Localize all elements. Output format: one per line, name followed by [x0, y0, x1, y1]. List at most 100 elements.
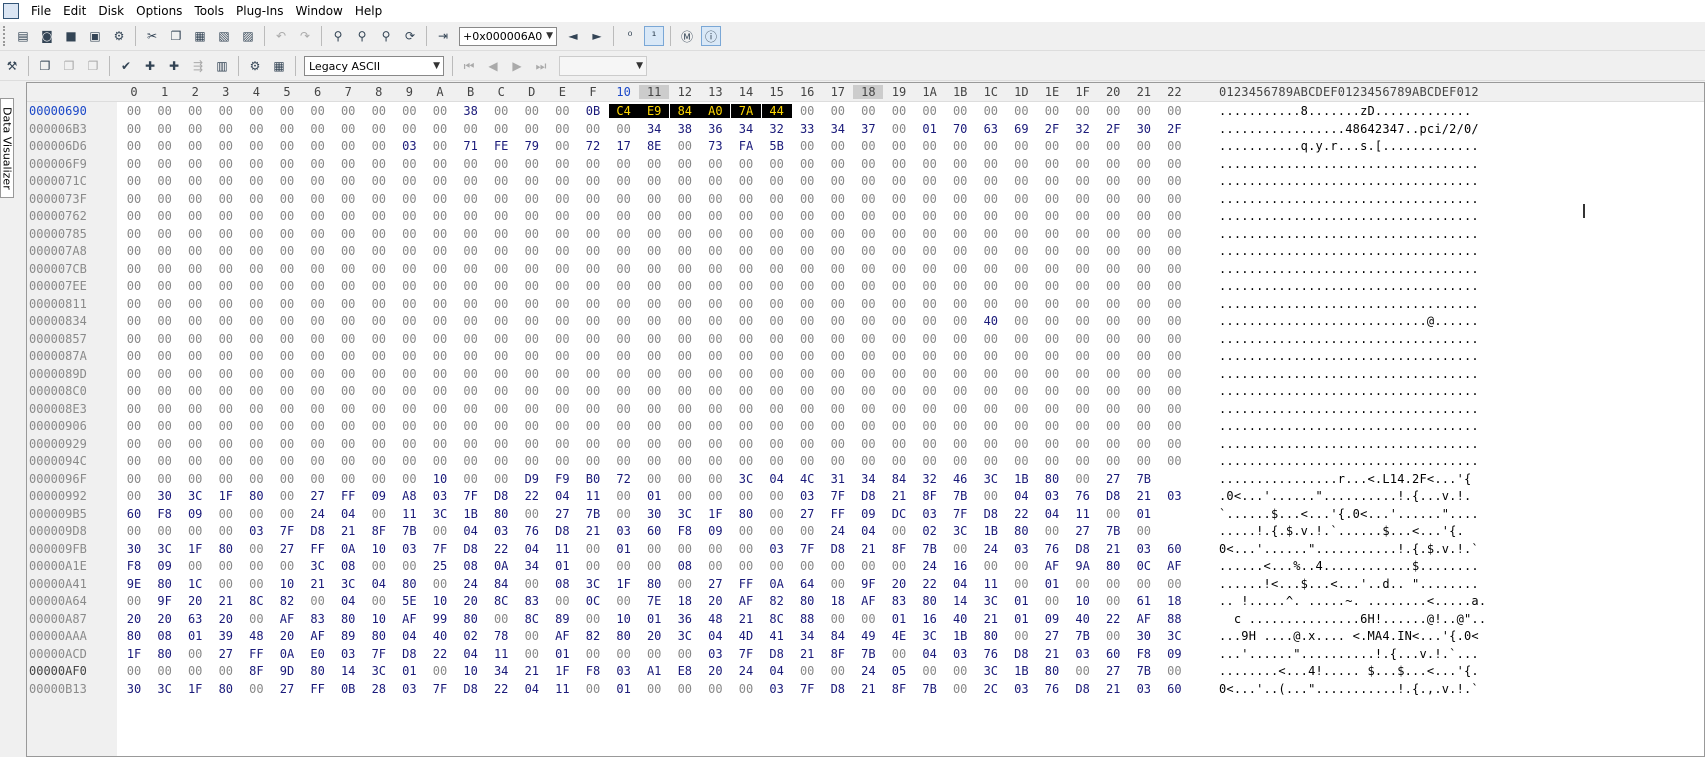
hex-byte[interactable]: 0B: [333, 682, 363, 696]
hex-byte[interactable]: 00: [1006, 454, 1036, 468]
hex-byte[interactable]: 00: [915, 297, 945, 311]
ascii-text[interactable]: ......!<...$...<...'..d.. "........: [1219, 577, 1479, 591]
hex-byte[interactable]: 00: [119, 419, 149, 433]
hex-byte[interactable]: 00: [915, 332, 945, 346]
hex-byte[interactable]: 00: [915, 174, 945, 188]
hex-byte[interactable]: 00: [364, 349, 394, 363]
hex-byte[interactable]: 30: [150, 489, 180, 503]
hex-byte[interactable]: D8: [394, 647, 424, 661]
hex-byte[interactable]: 14: [333, 664, 363, 678]
hex-byte[interactable]: 00: [517, 244, 547, 258]
hex-byte[interactable]: 00: [150, 209, 180, 223]
hex-byte[interactable]: F9: [547, 472, 577, 486]
hex-byte[interactable]: 00: [670, 157, 700, 171]
hex-byte[interactable]: 80: [303, 664, 333, 678]
hex-byte[interactable]: 2F: [1037, 122, 1067, 136]
hex-byte[interactable]: 00: [700, 542, 730, 556]
hex-byte[interactable]: 00: [272, 314, 302, 328]
hex-byte[interactable]: 00: [976, 104, 1006, 118]
hex-byte[interactable]: 00: [211, 314, 241, 328]
hex-byte[interactable]: 00: [1159, 139, 1189, 153]
hex-byte[interactable]: 00: [364, 192, 394, 206]
hex-byte[interactable]: 27: [700, 577, 730, 591]
hex-byte[interactable]: 11: [547, 682, 577, 696]
hex-byte[interactable]: 00: [1129, 297, 1159, 311]
hex-byte[interactable]: D8: [1068, 682, 1098, 696]
hex-byte[interactable]: 7A: [731, 104, 761, 118]
hex-byte[interactable]: 01: [180, 629, 210, 643]
hex-byte[interactable]: 00: [762, 437, 792, 451]
hex-byte[interactable]: 7F: [425, 542, 455, 556]
hex-byte[interactable]: 00: [547, 384, 577, 398]
hex-byte[interactable]: 00: [272, 489, 302, 503]
hex-byte[interactable]: 00: [303, 419, 333, 433]
hex-byte[interactable]: 00: [1068, 139, 1098, 153]
hex-byte[interactable]: 00: [639, 244, 669, 258]
hex-byte[interactable]: 04: [945, 577, 975, 591]
hex-byte[interactable]: 00: [150, 314, 180, 328]
hex-byte[interactable]: 78: [486, 629, 516, 643]
hex-byte[interactable]: 00: [1006, 402, 1036, 416]
ascii-text[interactable]: ...................................: [1219, 174, 1479, 188]
hex-byte[interactable]: 00: [823, 209, 853, 223]
hex-byte[interactable]: 00: [884, 174, 914, 188]
hex-byte[interactable]: 44: [761, 104, 792, 118]
hex-byte[interactable]: 00: [241, 507, 271, 521]
ascii-text[interactable]: ...................................: [1219, 244, 1479, 258]
hex-byte[interactable]: 7F: [945, 507, 975, 521]
hex-byte[interactable]: 00: [211, 139, 241, 153]
hex-byte[interactable]: 00: [1098, 437, 1128, 451]
hex-byte[interactable]: 00: [976, 279, 1006, 293]
hex-byte[interactable]: 00: [547, 314, 577, 328]
hex-byte[interactable]: 00: [578, 542, 608, 556]
hex-byte[interactable]: 00: [609, 122, 639, 136]
hex-byte[interactable]: 27: [792, 507, 822, 521]
hex-byte[interactable]: 00: [1159, 384, 1189, 398]
hex-byte[interactable]: 00: [639, 174, 669, 188]
hex-byte[interactable]: 00: [609, 262, 639, 276]
hex-byte[interactable]: 00: [1098, 367, 1128, 381]
hex-byte[interactable]: 00: [547, 104, 577, 118]
hex-byte[interactable]: 00: [976, 419, 1006, 433]
chevron-down-icon[interactable]: ▼: [433, 61, 443, 71]
hex-byte[interactable]: 00: [547, 192, 577, 206]
hex-byte[interactable]: 00: [823, 437, 853, 451]
hex-byte[interactable]: 00: [303, 157, 333, 171]
hex-byte[interactable]: 22: [486, 682, 516, 696]
hex-byte[interactable]: 22: [1006, 507, 1036, 521]
hex-byte[interactable]: 00: [884, 524, 914, 538]
hex-byte[interactable]: 80: [211, 542, 241, 556]
hex-byte[interactable]: 00: [945, 104, 975, 118]
hex-byte[interactable]: 00: [731, 367, 761, 381]
hex-byte[interactable]: 00: [762, 367, 792, 381]
hex-byte[interactable]: 21: [1037, 647, 1067, 661]
hex-byte[interactable]: 00: [1098, 577, 1128, 591]
hex-byte[interactable]: 80: [1037, 472, 1067, 486]
chevron-down-icon[interactable]: ▼: [546, 31, 556, 41]
hex-byte[interactable]: 00: [731, 489, 761, 503]
hex-byte[interactable]: 00: [394, 402, 424, 416]
hex-byte[interactable]: 00: [670, 314, 700, 328]
hex-byte[interactable]: 7B: [1068, 629, 1098, 643]
hex-byte[interactable]: 00: [639, 559, 669, 573]
hex-byte[interactable]: 00: [823, 664, 853, 678]
hex-byte[interactable]: 00: [241, 209, 271, 223]
hex-byte[interactable]: 00: [425, 402, 455, 416]
hex-byte[interactable]: 00: [1129, 174, 1159, 188]
hex-byte[interactable]: 00: [547, 209, 577, 223]
hex-byte[interactable]: 00: [639, 349, 669, 363]
hex-byte[interactable]: 00: [150, 157, 180, 171]
hex-byte[interactable]: 00: [517, 209, 547, 223]
hex-byte[interactable]: 00: [364, 367, 394, 381]
hex-editor[interactable]: 0123456789ABCDEF0123456789ABCDEF012 0123…: [26, 82, 1705, 757]
hex-byte[interactable]: 00: [853, 384, 883, 398]
hex-byte[interactable]: 00: [517, 402, 547, 416]
hex-byte[interactable]: 11: [1068, 507, 1098, 521]
ascii-text[interactable]: 0<...'..(..."...........!.{.,.v.!.`: [1219, 682, 1479, 696]
hex-byte[interactable]: 03: [762, 682, 792, 696]
hex-byte[interactable]: 00: [333, 297, 363, 311]
hex-byte[interactable]: 24: [456, 577, 486, 591]
hex-byte[interactable]: 00: [547, 419, 577, 433]
hex-byte[interactable]: 00: [792, 332, 822, 346]
hex-byte[interactable]: 49: [853, 629, 883, 643]
